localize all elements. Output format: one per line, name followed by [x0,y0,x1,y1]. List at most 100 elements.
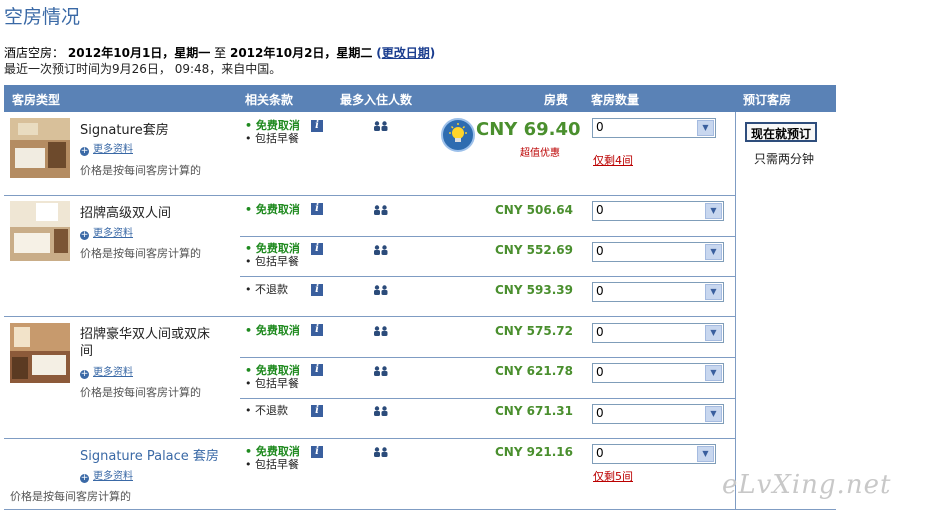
breakfast-term: • 包括早餐 [245,132,299,145]
plus-icon: + [80,369,89,379]
room-count-select[interactable]: 0 ▼ [592,282,724,302]
free-cancel-term: • 免费取消 [245,324,300,337]
two-guests-icon [374,326,388,336]
rooms-remaining: 仅剩5间 [593,470,633,483]
header-terms: 相关条款 [245,93,294,107]
change-close: ) [429,46,436,60]
plus-icon: + [80,473,89,483]
header-rooms: 客房数量 [591,93,640,107]
price-note: 价格是按每间客房计算的 [80,247,201,260]
rate-terms: • 免费取消 • 包括早餐 [245,364,300,390]
more-info-link[interactable]: + 更多资料 [80,224,133,240]
room-count-select[interactable]: 0 ▼ [592,323,724,343]
info-icon[interactable]: i [311,243,323,255]
chevron-down-icon: ▼ [705,244,722,260]
header-rate: 房费 [544,93,569,107]
info-icon[interactable]: i [311,446,323,458]
room-count-select[interactable]: 0 ▼ [592,118,716,138]
chevron-down-icon: ▼ [705,406,722,422]
two-guests-icon [374,205,388,215]
info-icon[interactable]: i [311,120,323,132]
rate-terms: • 免费取消 [245,203,300,216]
stay-label: 酒店空房： [4,46,65,60]
room-count-select[interactable]: 0 ▼ [592,444,716,464]
breakfast-term: • 包括早餐 [245,377,299,390]
select-value: 0 [596,120,604,134]
more-info-link[interactable]: + 更多资料 [80,140,133,156]
free-cancel-term: • 免费取消 [245,445,300,458]
rate-price: CNY 621.78 [494,364,573,378]
change-dates-link[interactable]: 更改日期 [382,46,430,60]
room-count-select[interactable]: 0 ▼ [592,363,724,383]
price-note: 价格是按每间客房计算的 [80,164,201,177]
row-divider [4,438,736,439]
non-refundable-term: • 不退款 [245,283,288,296]
free-cancel-term: • 免费取消 [245,119,300,132]
watermark-logo: eLvXing.net [722,470,892,500]
bulb-badge-icon [441,118,475,152]
breakfast-term: • 包括早餐 [245,255,299,268]
chevron-down-icon: ▼ [705,284,722,300]
rate-terms: • 不退款 [245,283,288,296]
rate-price: CNY 575.72 [494,324,573,338]
room-photo[interactable] [10,118,70,178]
stay-from: 2012年10月1日，星期一 [67,46,211,60]
stay-dates: 酒店空房： 2012年10月1日，星期一 至 2012年10月2日，星期二 (更… [4,44,435,61]
rate-price: CNY 921.16 [494,445,573,459]
breakfast-term: • 包括早餐 [245,458,299,471]
room-count-select[interactable]: 0 ▼ [592,242,724,262]
room-photo[interactable] [10,323,70,383]
rate-price: CNY 69.40 [476,119,581,140]
header-max-occupancy: 最多入住人数 [340,93,413,107]
rate-divider [240,236,736,237]
two-guests-icon [374,366,388,376]
select-value: 0 [596,365,604,379]
more-info-link[interactable]: + 更多资料 [80,467,133,483]
chevron-down-icon: ▼ [697,446,714,462]
info-icon[interactable]: i [311,284,323,296]
info-icon[interactable]: i [311,324,323,336]
more-info-label: 更多资料 [93,367,133,378]
free-cancel-term: • 免费取消 [245,364,300,377]
rate-price: CNY 506.64 [494,203,573,217]
room-name[interactable]: Signature套房 [80,119,169,138]
room-photo[interactable] [10,201,70,261]
rate-terms: • 免费取消 • 包括早餐 [245,445,300,471]
room-count-select[interactable]: 0 ▼ [592,201,724,221]
room-count-select[interactable]: 0 ▼ [592,404,724,424]
room-name[interactable]: Signature Palace 套房 [80,445,219,464]
plus-icon: + [80,146,89,156]
info-icon[interactable]: i [311,203,323,215]
rate-price: CNY 552.69 [494,243,573,257]
rate-price: CNY 671.31 [494,404,573,418]
header-book: 预订客房 [743,93,792,107]
price-note: 价格是按每间客房计算的 [80,386,201,399]
rate-divider [240,357,736,358]
non-refundable-term: • 不退款 [245,404,288,417]
info-icon[interactable]: i [311,364,323,376]
room-name-line1[interactable]: 招牌豪华双人间或双床 [80,323,210,342]
two-guests-icon [374,121,388,131]
stay-to: 2012年10月2日，星期二 [229,46,373,60]
row-divider [4,195,736,196]
two-guests-icon [374,447,388,457]
more-info-label: 更多资料 [93,228,133,239]
select-value: 0 [596,244,604,258]
price-note: 价格是按每间客房计算的 [10,490,131,503]
more-info-link[interactable]: + 更多资料 [80,363,133,379]
rate-terms: • 免费取消 [245,324,300,337]
free-cancel-term: • 免费取消 [245,203,300,216]
page-title: 空房情况 [4,6,81,28]
room-name[interactable]: 招牌高级双人间 [80,202,171,221]
chevron-down-icon: ▼ [705,325,722,341]
book-now-button[interactable]: 现在就预订 [745,122,817,142]
chevron-down-icon: ▼ [705,203,722,219]
rooms-remaining: 仅剩4间 [593,154,633,167]
two-guests-icon [374,245,388,255]
rate-price: CNY 593.39 [494,283,573,297]
room-name-line2[interactable]: 间 [80,340,93,359]
rate-terms: • 免费取消 • 包括早餐 [245,119,300,145]
header-room-type: 客房类型 [12,93,61,107]
select-value: 0 [596,325,604,339]
info-icon[interactable]: i [311,405,323,417]
